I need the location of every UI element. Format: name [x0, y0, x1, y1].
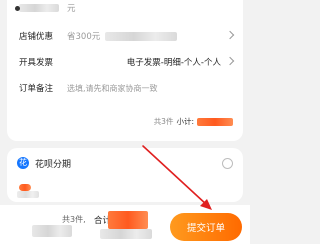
bottom-bar: 共3件, 合计 提交订单 [0, 205, 250, 244]
shop-discount-value: 省300元 [67, 32, 101, 42]
subtotal-label: 小计: [176, 117, 194, 126]
invoice-label: 开具发票 [19, 58, 54, 68]
redacted-installment-row [17, 182, 137, 198]
huabei-option[interactable]: 花 花呗分期 [7, 148, 243, 178]
redacted-total-detail [100, 229, 152, 239]
subtotal: 共3件 小计: [154, 116, 233, 127]
redacted-discount-detail [104, 32, 177, 41]
order-note-row[interactable]: 订单备注 选填,请先和商家协商一致 [19, 78, 233, 98]
delivery-row[interactable]: 元 [15, 0, 233, 18]
submit-order-button[interactable]: 提交订单 [170, 213, 242, 241]
redacted-subtotal-amount [197, 117, 233, 126]
order-summary-card: 元 店铺优惠 省300元 开具发票 电子发票-明细-个人-个人 订单备注 选填,… [7, 0, 243, 141]
huabei-icon: 花 [17, 157, 29, 169]
huabei-radio[interactable] [222, 158, 233, 169]
redacted-total-amount [108, 211, 148, 229]
huabei-label: 花呗分期 [35, 160, 72, 170]
subtotal-count: 共3件 [153, 117, 174, 126]
total-count: 共3件, [62, 215, 86, 224]
shop-discount-row[interactable]: 店铺优惠 省300元 [19, 26, 235, 46]
redacted-area [32, 225, 72, 237]
delivery-value: 元 [67, 4, 76, 14]
shop-discount-label: 店铺优惠 [19, 32, 54, 42]
bullet-icon [15, 6, 20, 11]
order-note-input[interactable]: 选填,请先和商家协商一致 [67, 83, 233, 94]
payment-method-card: 花 花呗分期 [7, 148, 243, 202]
invoice-row[interactable]: 开具发票 电子发票-明细-个人-个人 [19, 52, 235, 72]
order-note-label: 订单备注 [19, 84, 54, 94]
invoice-value: 电子发票-明细-个人-个人 [126, 58, 221, 68]
delivery-label-redacted [19, 3, 67, 13]
